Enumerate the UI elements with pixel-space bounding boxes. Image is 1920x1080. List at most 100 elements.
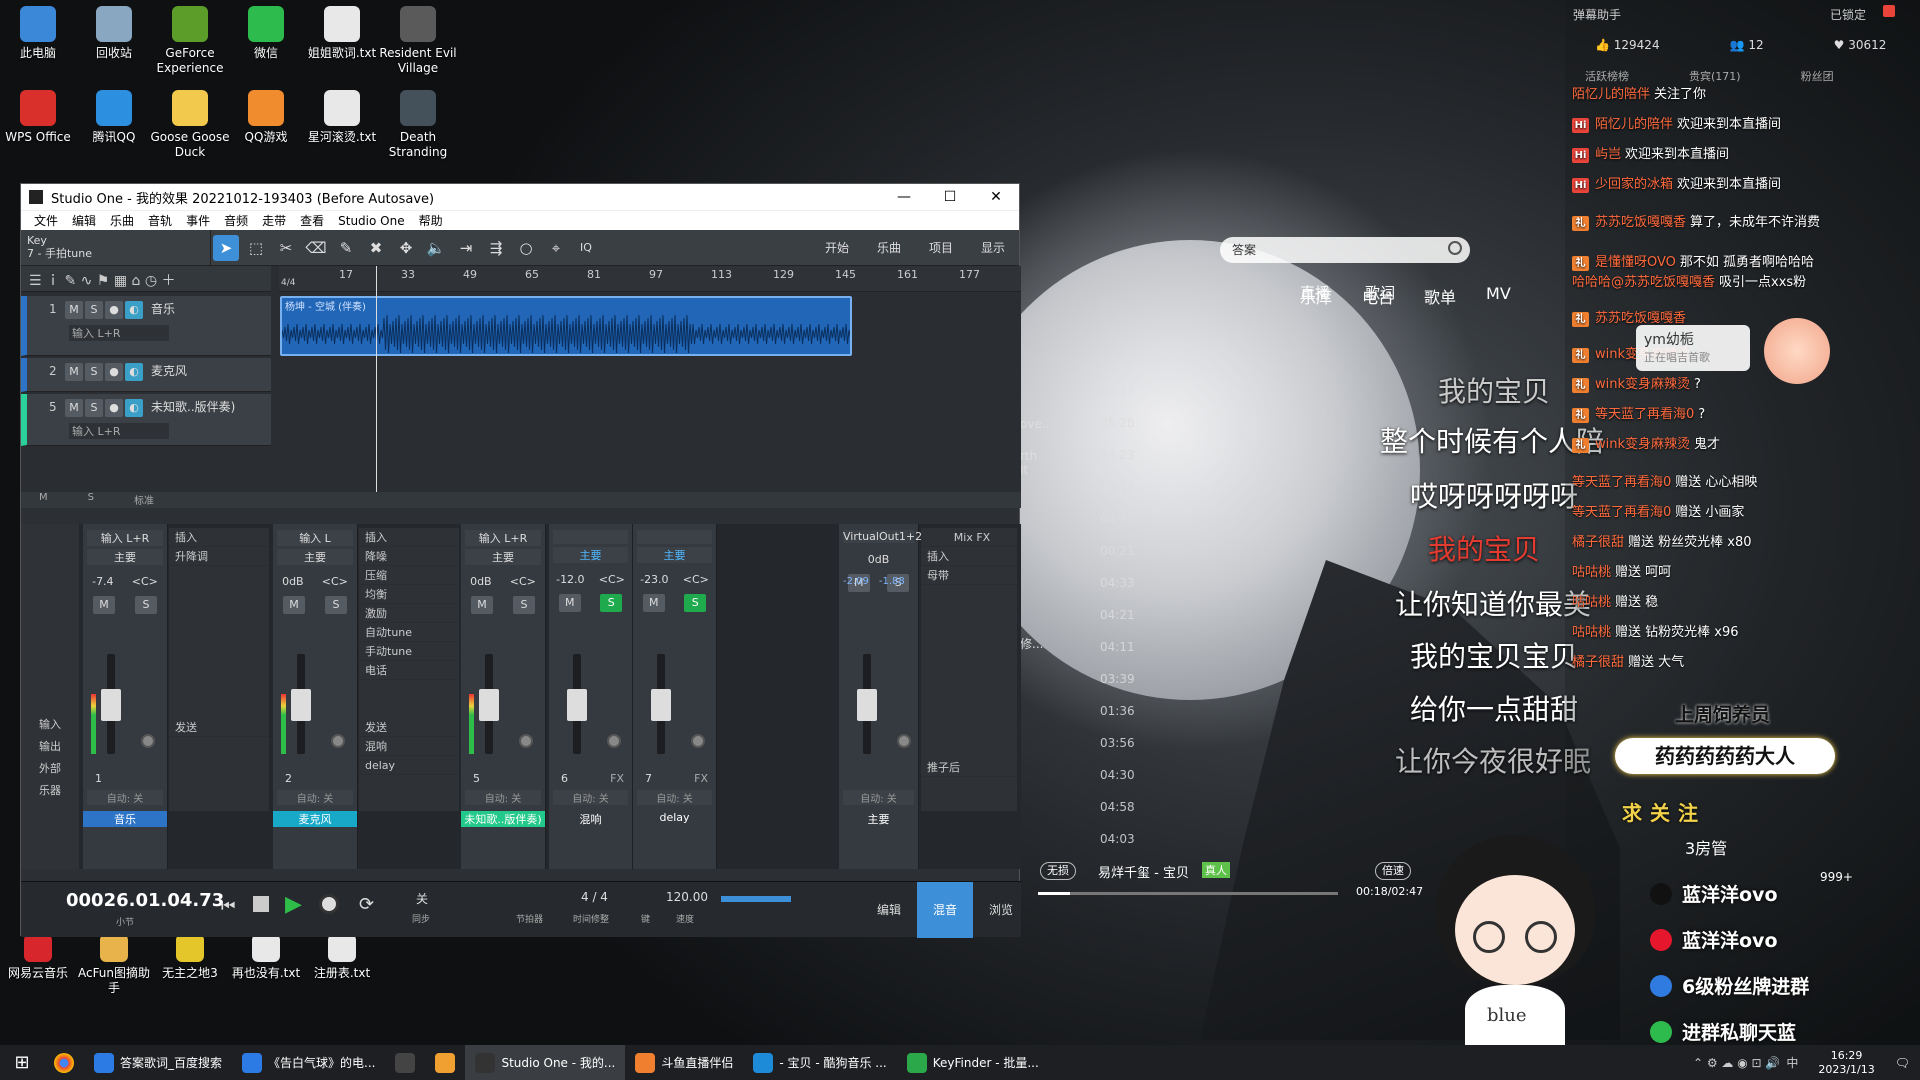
close-button[interactable]: ✕ — [973, 189, 1019, 205]
desktop-icon[interactable]: 注册表.txt — [300, 934, 384, 981]
track-header[interactable]: 1 M S ● ◐ 音乐 输入 L+R — [21, 296, 271, 356]
fader-cap[interactable] — [479, 689, 499, 721]
channel-name[interactable]: 混响 — [549, 811, 632, 827]
insert-slot[interactable]: 自动tune — [359, 623, 459, 642]
send-knob[interactable] — [607, 734, 621, 748]
mute-button[interactable]: M — [65, 363, 83, 381]
channel-name[interactable]: delay — [633, 811, 716, 827]
fader-cap[interactable] — [291, 689, 311, 721]
menu-item[interactable]: 查看 — [293, 212, 331, 229]
desktop-icon[interactable]: 微信 — [224, 6, 308, 61]
mute-tool-icon[interactable]: ✖ — [363, 235, 389, 261]
track-header[interactable]: 5 M S ● ◐ 未知歌..版伴奏) 输入 L+R — [21, 394, 271, 446]
chat-user[interactable]: 咕咕桃 — [1572, 565, 1611, 580]
solo-button[interactable]: S — [513, 596, 535, 614]
monitor-icon[interactable]: ◐ — [125, 363, 143, 381]
taskbar-app[interactable]: KeyFinder - 批量... — [897, 1045, 1049, 1080]
solo-button[interactable]: S — [85, 363, 103, 381]
channel-output[interactable]: 主要 — [87, 549, 163, 565]
volume-value[interactable]: 0dB — [470, 575, 492, 588]
desktop-icon[interactable]: Resident Evil Village — [376, 6, 460, 76]
chat-message[interactable]: 礼是懂懂呀OVO 那不如 孤勇者啊哈哈哈 — [1572, 254, 1814, 272]
key-value[interactable]: 7 - 手拍tune — [27, 247, 204, 260]
chat-user[interactable]: 屿岂 — [1595, 147, 1621, 162]
fader-cap[interactable] — [857, 689, 877, 721]
record-arm-icon[interactable]: ● — [105, 301, 123, 319]
insert-slot[interactable]: 升降调 — [169, 547, 269, 566]
chat-message[interactable]: 橘子很甜 赠送 粉丝荧光棒 x80 — [1572, 534, 1752, 552]
automation-mode[interactable]: 自动: 关 — [637, 790, 712, 805]
user-popup[interactable]: ym幼栀 正在唱吉首歌 — [1636, 325, 1750, 371]
insert-slot[interactable]: 手动tune — [359, 642, 459, 661]
player-nav-tab[interactable]: 直播 — [1300, 282, 1330, 303]
clock[interactable]: 16:29 2023/1/13 — [1808, 1045, 1884, 1080]
desktop-icon[interactable]: Death Stranding — [376, 90, 460, 160]
stream-tab[interactable]: 粉丝团 — [1801, 68, 1834, 84]
send-slot[interactable]: 发送 — [359, 718, 459, 737]
send-knob[interactable] — [691, 734, 705, 748]
iq-button[interactable]: IQ — [573, 235, 599, 261]
song-title[interactable]: 修... — [1020, 635, 1043, 652]
channel-input[interactable]: VirtualOut1+2 — [843, 530, 922, 543]
channel-output[interactable]: 主要 — [277, 549, 353, 565]
mute-button[interactable]: M — [283, 596, 305, 614]
split-tool-icon[interactable]: ✂ — [273, 235, 299, 261]
chrome-icon[interactable] — [44, 1045, 84, 1080]
channel-output[interactable]: 主要 — [637, 547, 712, 563]
track-header[interactable]: 2 M S ● ◐ 麦克风 — [21, 358, 271, 392]
insert-slot[interactable]: 压缩 — [359, 566, 459, 585]
time-signature[interactable]: 4 / 4 — [581, 890, 608, 904]
desktop-icon[interactable]: 网易云音乐 — [0, 934, 80, 981]
search-icon[interactable] — [1448, 241, 1462, 255]
automation-mode[interactable]: 自动: 关 — [277, 790, 353, 805]
chat-user[interactable]: 咕咕桃 — [1572, 595, 1611, 610]
menu-item[interactable]: 文件 — [27, 212, 65, 229]
view-tab[interactable]: 编辑 — [861, 882, 917, 938]
paint-tool-icon[interactable]: ✎ — [333, 235, 359, 261]
mixer-side-label[interactable]: 输入 — [21, 714, 79, 736]
audio-clip[interactable]: 杨坤 - 空城 (伴奏) — [280, 296, 852, 356]
toolbar-view-button[interactable]: 项目 — [915, 239, 967, 256]
time-display[interactable]: 00026.01.04.73 — [66, 890, 224, 911]
sync-value[interactable]: 关 — [416, 890, 428, 907]
desktop-icon[interactable]: Goose Goose Duck — [148, 90, 232, 160]
chat-message[interactable]: 陌忆儿的陪伴 关注了你 — [1572, 86, 1706, 104]
channel-output[interactable]: 主要 — [465, 549, 541, 565]
chat-user[interactable]: 等天蓝了再看海0 — [1572, 475, 1671, 490]
chat-user[interactable]: wink变身麻辣烫 — [1595, 437, 1690, 452]
menu-item[interactable]: 编辑 — [65, 212, 103, 229]
mute-button[interactable]: M — [558, 594, 581, 612]
listen-tool-icon[interactable]: 🔈 — [423, 235, 449, 261]
master-volume-slider[interactable] — [721, 896, 791, 902]
stream-tab[interactable]: 活跃榜榜 — [1585, 68, 1629, 84]
arrow-tool-icon[interactable]: ➤ — [213, 234, 239, 261]
send-knob[interactable] — [897, 734, 911, 748]
streamer-avatar[interactable] — [1764, 318, 1830, 384]
chat-message[interactable]: 咕咕桃 赠送 呵呵 — [1572, 564, 1671, 582]
chat-message[interactable]: Hi 少回家的冰箱 欢迎来到本直播间 — [1572, 176, 1781, 194]
view-tab[interactable]: 混音 — [917, 882, 973, 938]
desktop-icon[interactable]: GeForce Experience — [148, 6, 232, 76]
taskbar-app[interactable]: 答案歌词_百度搜索 — [84, 1045, 232, 1080]
mute-button[interactable]: M — [471, 596, 493, 614]
solo-button[interactable]: S — [135, 596, 157, 614]
song-title[interactable]: rth It — [1020, 449, 1037, 477]
post-fader-label[interactable]: 推子后 — [921, 758, 1017, 777]
track-input[interactable]: 输入 L+R — [69, 423, 169, 439]
pan-value[interactable]: <C> — [510, 575, 536, 588]
chat-user[interactable]: 陌忆儿的陪伴 — [1595, 117, 1673, 132]
send-knob[interactable] — [519, 734, 533, 748]
automation-mode[interactable]: 自动: 关 — [465, 790, 541, 805]
chat-user[interactable]: 少回家的冰箱 — [1595, 177, 1673, 192]
play-icon[interactable]: ▶ — [285, 892, 302, 917]
menu-item[interactable]: 音频 — [217, 212, 255, 229]
tempo-value[interactable]: 120.00 — [666, 890, 708, 904]
player-nav-tab[interactable]: MV — [1486, 284, 1511, 308]
snap-icon[interactable]: ⇥ — [453, 235, 479, 261]
mute-button[interactable]: M — [65, 399, 83, 417]
taskbar-app[interactable]: - 宝贝 - 酷狗音乐 ... — [743, 1045, 896, 1080]
solo-button[interactable]: S — [684, 594, 707, 612]
insert-slot[interactable]: 均衡 — [359, 585, 459, 604]
insert-slot[interactable]: 降噪 — [359, 547, 459, 566]
sends-header[interactable]: 发送 — [169, 718, 269, 737]
